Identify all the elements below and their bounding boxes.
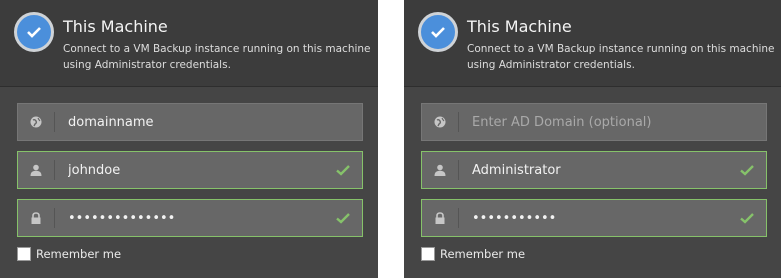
field-separator [458,208,459,228]
remember-me-label[interactable]: Remember me [440,247,525,261]
field-separator [54,160,55,180]
field-separator [458,112,459,132]
field-separator [458,160,459,180]
login-panel-left: This Machine Connect to a VM Backup inst… [0,0,378,278]
user-icon [30,164,42,176]
field-separator [54,112,55,132]
password-input[interactable] [62,200,322,236]
username-field[interactable] [17,151,363,189]
divider [404,86,781,87]
option-description: Connect to a VM Backup instance running … [63,43,371,71]
password-field[interactable] [421,199,767,237]
remember-me-checkbox[interactable] [17,247,31,261]
remember-me-label[interactable]: Remember me [36,247,121,261]
check-circle-icon[interactable] [14,12,54,52]
password-field[interactable] [17,199,363,237]
checkmark-icon [740,213,754,224]
connection-option-header[interactable]: This Machine Connect to a VM Backup inst… [0,0,378,86]
checkmark-icon [336,165,350,176]
option-title: This Machine [63,17,168,36]
checkmark-icon [336,213,350,224]
checkmark-icon [740,165,754,176]
username-field[interactable] [421,151,767,189]
domain-field[interactable] [421,103,767,141]
check-circle-icon[interactable] [418,12,458,52]
connection-option-header[interactable]: This Machine Connect to a VM Backup inst… [404,0,781,86]
divider [0,86,378,87]
globe-icon [30,116,42,128]
username-input[interactable] [62,152,322,188]
password-input[interactable] [466,200,726,236]
lock-icon [31,212,41,224]
user-icon [434,164,446,176]
field-separator [54,208,55,228]
domain-input[interactable] [62,104,322,140]
username-input[interactable] [466,152,726,188]
remember-me-checkbox[interactable] [421,247,435,261]
lock-icon [435,212,445,224]
option-title: This Machine [467,17,572,36]
domain-field[interactable] [17,103,363,141]
option-description: Connect to a VM Backup instance running … [467,43,775,71]
domain-input[interactable] [466,104,726,140]
login-panel-right: This Machine Connect to a VM Backup inst… [404,0,781,278]
globe-icon [434,116,446,128]
